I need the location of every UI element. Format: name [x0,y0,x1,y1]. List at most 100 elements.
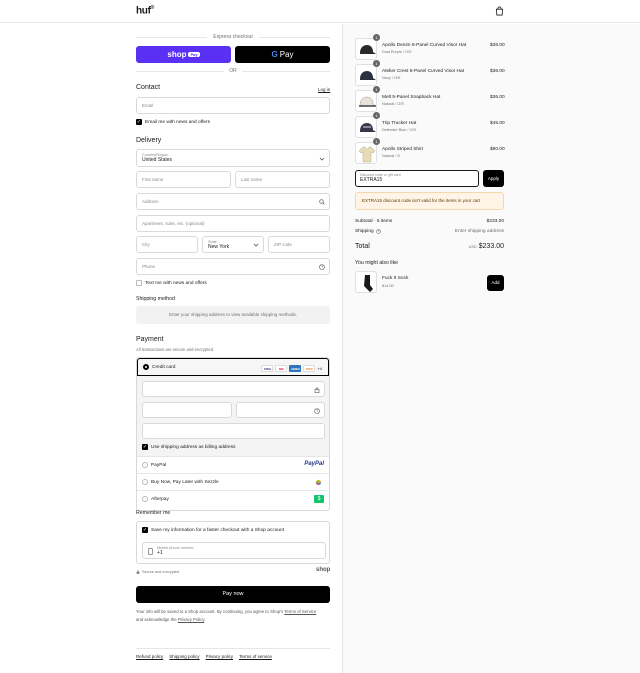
name-on-card-field[interactable] [142,423,325,439]
visa-icon: VISA [261,365,274,372]
zip-field[interactable]: ZIP code [268,236,330,253]
line-item: 1 Atelier Crest 6-Panel Curved Visor Hat… [355,60,505,86]
google-pay-text: Pay [279,50,294,59]
address-field[interactable]: Address [136,193,330,210]
text-news-checkbox[interactable] [136,280,142,286]
privacy-policy-link[interactable]: Privacy policy [206,654,234,659]
quantity-badge: 1 [373,138,380,145]
shipping-method-placeholder: Enter your shipping address to view avai… [136,306,330,324]
line-item: 1 Trip Trucker Hat Defender Blue / O/S $… [355,112,505,138]
add-button[interactable]: Add [487,275,504,291]
last-name-field[interactable]: Last name [235,171,330,188]
email-placeholder: Email [142,103,154,108]
mobile-phone-field[interactable]: Mobile phone number +1 [142,542,326,559]
quantity-badge: 1 [373,86,380,93]
item-price: $36.00 [490,95,505,100]
card-fields: ✓ Use shipping address as billing addres… [137,376,329,456]
afterpay-radio[interactable] [142,496,148,502]
country-select[interactable]: Country/Region United States [136,149,330,167]
news-checkbox[interactable]: ✓ [136,119,142,125]
amex-icon: AMEX [289,365,302,372]
paypal-radio[interactable] [142,462,148,468]
brand-logo[interactable]: huf® [136,5,154,16]
afterpay-label: Afterpay [151,497,169,502]
terms-of-service-link[interactable]: Terms of service [239,654,272,659]
mastercard-icon: MC [275,365,288,372]
more-cards-label: +4 [317,366,322,371]
line-item: 1 Melt 5-Panel Snapback Hat Natural / O/… [355,86,505,112]
or-divider: OR [136,68,330,74]
phone-icon [148,548,153,555]
product-image [355,142,377,164]
city-field[interactable]: City [136,236,198,253]
item-name: Apollo Striped Shirt [382,147,424,152]
google-pay-button[interactable]: G Pay [235,46,330,63]
credit-card-radio[interactable] [143,364,149,370]
discount-error: EXTRA15 discount code isn't valid for th… [355,192,504,210]
sezzle-option[interactable]: Buy Now, Pay Later with Sezzle [137,473,329,490]
payment-heading: Payment [136,336,164,343]
item-variant: Natural / S [382,154,400,158]
save-info-label: Save my information for a faster checkou… [151,528,285,533]
card-number-field[interactable] [142,381,325,397]
upsell-heading: You might also like [355,260,399,266]
login-link[interactable]: Log in [318,87,330,92]
paypal-option[interactable]: PayPal PayPal [137,456,329,473]
upsell-price: $14.00 [382,284,394,288]
sezzle-radio[interactable] [142,479,148,485]
upsell-name: Fuck It Sock [382,276,409,281]
phone-field[interactable]: Phone [136,258,330,275]
zip-placeholder: ZIP code [274,242,292,247]
card-logos: VISA MC AMEX DISC +4 [261,365,322,372]
email-field[interactable]: Email [136,97,330,114]
state-select[interactable]: State New York [202,236,264,253]
line-item: 1 Apollo Denim 6-Panel Curved Visor Hat … [355,34,505,60]
save-info-checkbox[interactable]: ✓ [142,527,148,533]
product-image [355,116,377,138]
total-value: $233.00 [478,243,504,250]
help-circle-icon[interactable] [319,264,325,270]
lock-icon [136,570,140,574]
help-circle-icon[interactable] [375,229,381,234]
express-checkout-label: Express checkout [136,34,330,40]
discount-code-input[interactable]: Discount code or gift card EXTRA15 [355,170,479,187]
secure-encrypted: Secure and encrypted [136,570,179,574]
credit-card-label: Credit card [152,365,176,370]
shipping-row: Shipping Enter shipping address [355,229,504,234]
security-code-field[interactable] [236,402,325,418]
quantity-badge: 1 [373,60,380,67]
first-name-placeholder: First name [142,177,164,182]
pay-now-button[interactable]: Pay now [136,586,330,603]
billing-checkbox[interactable]: ✓ [142,444,148,450]
apartment-field[interactable]: Apartment, suite, etc. (optional) [136,215,330,232]
item-name: Trip Trucker Hat [382,121,417,126]
mobile-phone-value: +1 [157,549,163,556]
expiration-field[interactable] [142,402,232,418]
shopping-bag-icon[interactable] [495,6,504,16]
legal-period: . [204,616,206,622]
product-image [355,38,377,60]
afterpay-option[interactable]: Afterpay $ [137,490,329,507]
product-image [355,271,377,293]
total-label: Total [355,243,370,250]
first-name-field[interactable]: First name [136,171,231,188]
contact-heading: Contact [136,84,161,91]
last-name-placeholder: Last name [241,177,263,182]
apply-button[interactable]: Apply [483,170,504,187]
item-price: $36.00 [490,69,505,74]
subtotal-label: Subtotal · 5 items [355,219,393,224]
news-label: Email me with news and offers [145,120,210,125]
address-placeholder: Address [142,199,159,204]
shop-terms-link[interactable]: Terms of Service [284,609,316,614]
text-news-label: Text me with news and offers [145,281,207,286]
shipping-value: Enter shipping address [454,229,504,234]
refund-policy-link[interactable]: Refund policy [136,654,163,659]
shop-privacy-link[interactable]: Privacy Policy [178,617,204,622]
shop-pay-button[interactable]: shop Pay [136,46,231,63]
header: huf® [0,0,640,23]
credit-card-option[interactable]: Credit card VISA MC AMEX DISC +4 [137,358,329,376]
city-placeholder: City [142,242,150,247]
help-circle-icon[interactable] [314,408,320,414]
subtotal-row: Subtotal · 5 items $233.00 [355,219,504,224]
shipping-policy-link[interactable]: Shipping policy [169,654,199,659]
